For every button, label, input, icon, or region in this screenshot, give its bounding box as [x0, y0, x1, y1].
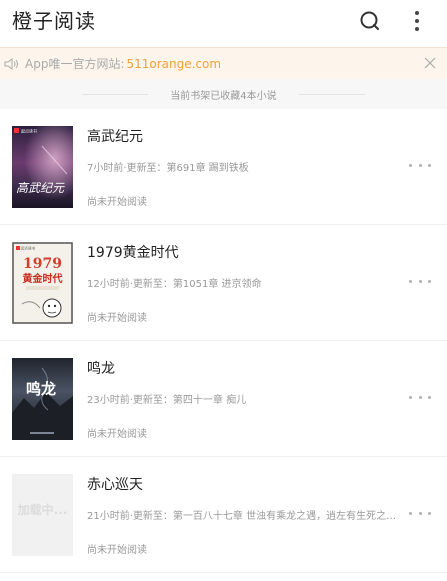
book-status: 尚未开始阅读 [87, 545, 147, 556]
book-more-button[interactable] [409, 157, 431, 173]
app-title: 橙子阅读 [12, 9, 96, 33]
cover-title-text: 黄金时代 [23, 272, 63, 285]
book-more-button[interactable] [409, 505, 431, 521]
dot [418, 279, 422, 283]
book-more-button[interactable] [409, 389, 431, 405]
book-status: 尚未开始阅读 [87, 429, 147, 440]
dot [428, 163, 431, 167]
book-cover-placeholder: 加载中... [12, 474, 73, 556]
search-button[interactable] [355, 6, 385, 36]
book-cover: 起点读书 高武纪元 [12, 126, 73, 208]
cover-year: 1979 [23, 256, 62, 272]
bookshelf-screen: 橙子阅读 App唯一官方网站: 511orange.com 当前书架已收藏4本小… [0, 0, 447, 581]
dot [409, 395, 412, 399]
dot [428, 511, 431, 515]
dot [418, 163, 422, 167]
book-cover: 起点读书 1979 黄金时代 [12, 242, 73, 324]
book-title: 1979黄金时代 [87, 245, 179, 261]
book-update: 21小时前·更新至：第一百八十七章 世浊有乘龙之遇，逍左有生死之… [87, 511, 397, 522]
vertical-dots-icon [415, 11, 419, 31]
book-title: 赤心巡天 [87, 477, 143, 493]
notice-text: App唯一官方网站: [25, 57, 125, 71]
book-update: 12小时前·更新至：第1051章 进京领命 [87, 279, 262, 290]
dot [409, 511, 412, 515]
notice-bar: App唯一官方网站: 511orange.com [0, 47, 447, 79]
book-list: 起点读书 高武纪元 高武纪元 7小时前·更新至：第691章 踢到铁板 尚未开始阅… [0, 109, 447, 573]
cover-title-text: 高武纪元 [16, 181, 65, 195]
book-update: 23小时前·更新至：第四十一章 痴儿 [87, 395, 247, 406]
book-item[interactable]: 加载中... 赤心巡天 21小时前·更新至：第一百八十七章 世浊有乘龙之遇，逍左… [0, 457, 447, 573]
cover-title-text: 鸣龙 [26, 380, 56, 398]
book-status: 尚未开始阅读 [87, 197, 147, 208]
close-icon [424, 57, 436, 69]
dot [428, 395, 431, 399]
shelf-count-strip: 当前书架已收藏4本小说 [0, 79, 447, 109]
app-header: 橙子阅读 [0, 0, 447, 46]
book-title: 鸣龙 [87, 361, 115, 377]
book-item[interactable]: 鸣龙 鸣龙 23小时前·更新至：第四十一章 痴儿 尚未开始阅读 [0, 341, 447, 457]
dot [409, 279, 412, 283]
cover-publisher: 起点读书 [21, 128, 37, 134]
book-item[interactable]: 起点读书 1979 黄金时代 1979黄金时代 12小时前·更新至：第1051章… [0, 225, 447, 341]
cover-loading-text: 加载中... [17, 502, 68, 517]
book-cover: 鸣龙 [12, 358, 73, 440]
book-item[interactable]: 起点读书 高武纪元 高武纪元 7小时前·更新至：第691章 踢到铁板 尚未开始阅… [0, 109, 447, 225]
speaker-icon [4, 56, 22, 72]
book-status: 尚未开始阅读 [87, 313, 147, 324]
divider [298, 93, 365, 95]
more-menu-button[interactable] [402, 6, 432, 36]
dot [418, 395, 422, 399]
shelf-count-text: 当前书架已收藏4本小说 [170, 90, 277, 102]
search-icon [360, 11, 379, 30]
dot [418, 511, 422, 515]
dot [428, 279, 431, 283]
close-notice-button[interactable] [423, 56, 437, 70]
book-update: 7小时前·更新至：第691章 踢到铁板 [87, 163, 249, 174]
dot [409, 163, 412, 167]
book-more-button[interactable] [409, 273, 431, 289]
divider [82, 93, 149, 95]
cover-publisher: 起点读书 [21, 246, 35, 251]
notice-url-link[interactable]: 511orange.com [127, 57, 222, 71]
book-title: 高武纪元 [87, 129, 143, 145]
